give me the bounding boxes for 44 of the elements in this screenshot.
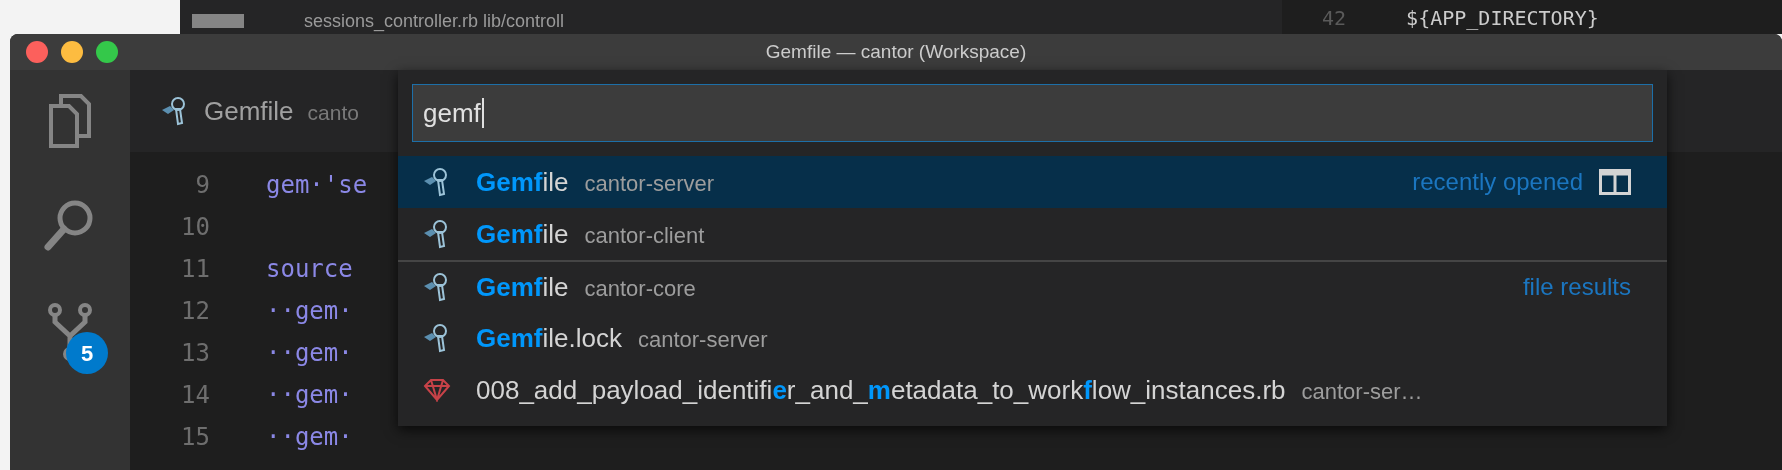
- code-text: ··gem·: [266, 380, 353, 411]
- tab-folder: canto: [307, 100, 359, 127]
- code-text: ··gem·: [266, 422, 353, 453]
- result-item[interactable]: Gemfile cantor-core file results: [398, 260, 1667, 312]
- result-item[interactable]: 008_add_payload_identifier_and_metadata_to_workflow_instances.rb cantor-ser…: [398, 364, 1667, 416]
- line-number: 10: [180, 212, 210, 243]
- split-editor-icon[interactable]: [1599, 169, 1631, 195]
- file-name: Gemfile.lock: [476, 321, 622, 355]
- file-name-label: sessions_controller.rb lib/controll: [304, 10, 565, 32]
- minimize-button[interactable]: [61, 41, 83, 63]
- folder-name: cantor-core: [584, 274, 696, 303]
- branch-icon[interactable]: [46, 302, 94, 362]
- close-button[interactable]: [26, 41, 48, 63]
- file-name: Gemfile: [476, 217, 569, 251]
- group-label: recently opened: [1412, 167, 1583, 197]
- line-number: 11: [180, 254, 210, 285]
- line-number: 13: [180, 338, 210, 369]
- code-text: ··gem·: [266, 296, 353, 327]
- file-name: 008_add_payload_identifier_and_metadata_to_workflow_instances.rb: [476, 373, 1286, 407]
- file-name: Gemfile: [476, 270, 569, 304]
- result-item[interactable]: Gemfile cantor-client: [398, 208, 1667, 260]
- folder-name: cantor-client: [584, 221, 705, 250]
- line-number: 12: [180, 296, 210, 327]
- result-item[interactable]: Gemfile cantor-server recently opened: [398, 156, 1667, 208]
- notification-badge: 5: [66, 332, 108, 374]
- folder-name: cantor-server: [637, 325, 768, 354]
- gem-icon: [422, 378, 452, 402]
- tab-title[interactable]: Gemfile: [204, 91, 294, 131]
- code-text: gem·'se: [266, 170, 368, 201]
- line-number: 9: [194, 170, 210, 201]
- zoom-button[interactable]: [96, 41, 118, 63]
- folder-name: cantor-server: [584, 169, 715, 198]
- window-title: Gemfile — cantor (Workspace): [765, 39, 1027, 64]
- line-number: 15: [180, 422, 210, 453]
- line-number: 42: [1322, 6, 1347, 30]
- code-text: source: [266, 254, 353, 285]
- code-text: ··gem·: [266, 338, 353, 369]
- line-number: 14: [180, 380, 210, 411]
- group-label: file results: [1522, 272, 1631, 302]
- result-item[interactable]: Gemfile.lock cantor-server: [398, 312, 1667, 364]
- folder-name: cantor-ser…: [1301, 377, 1423, 406]
- file-name: Gemfile: [476, 165, 569, 199]
- code-text: ${APP_DIRECTORY}: [1406, 6, 1599, 30]
- search-field[interactable]: gemf: [412, 84, 1653, 142]
